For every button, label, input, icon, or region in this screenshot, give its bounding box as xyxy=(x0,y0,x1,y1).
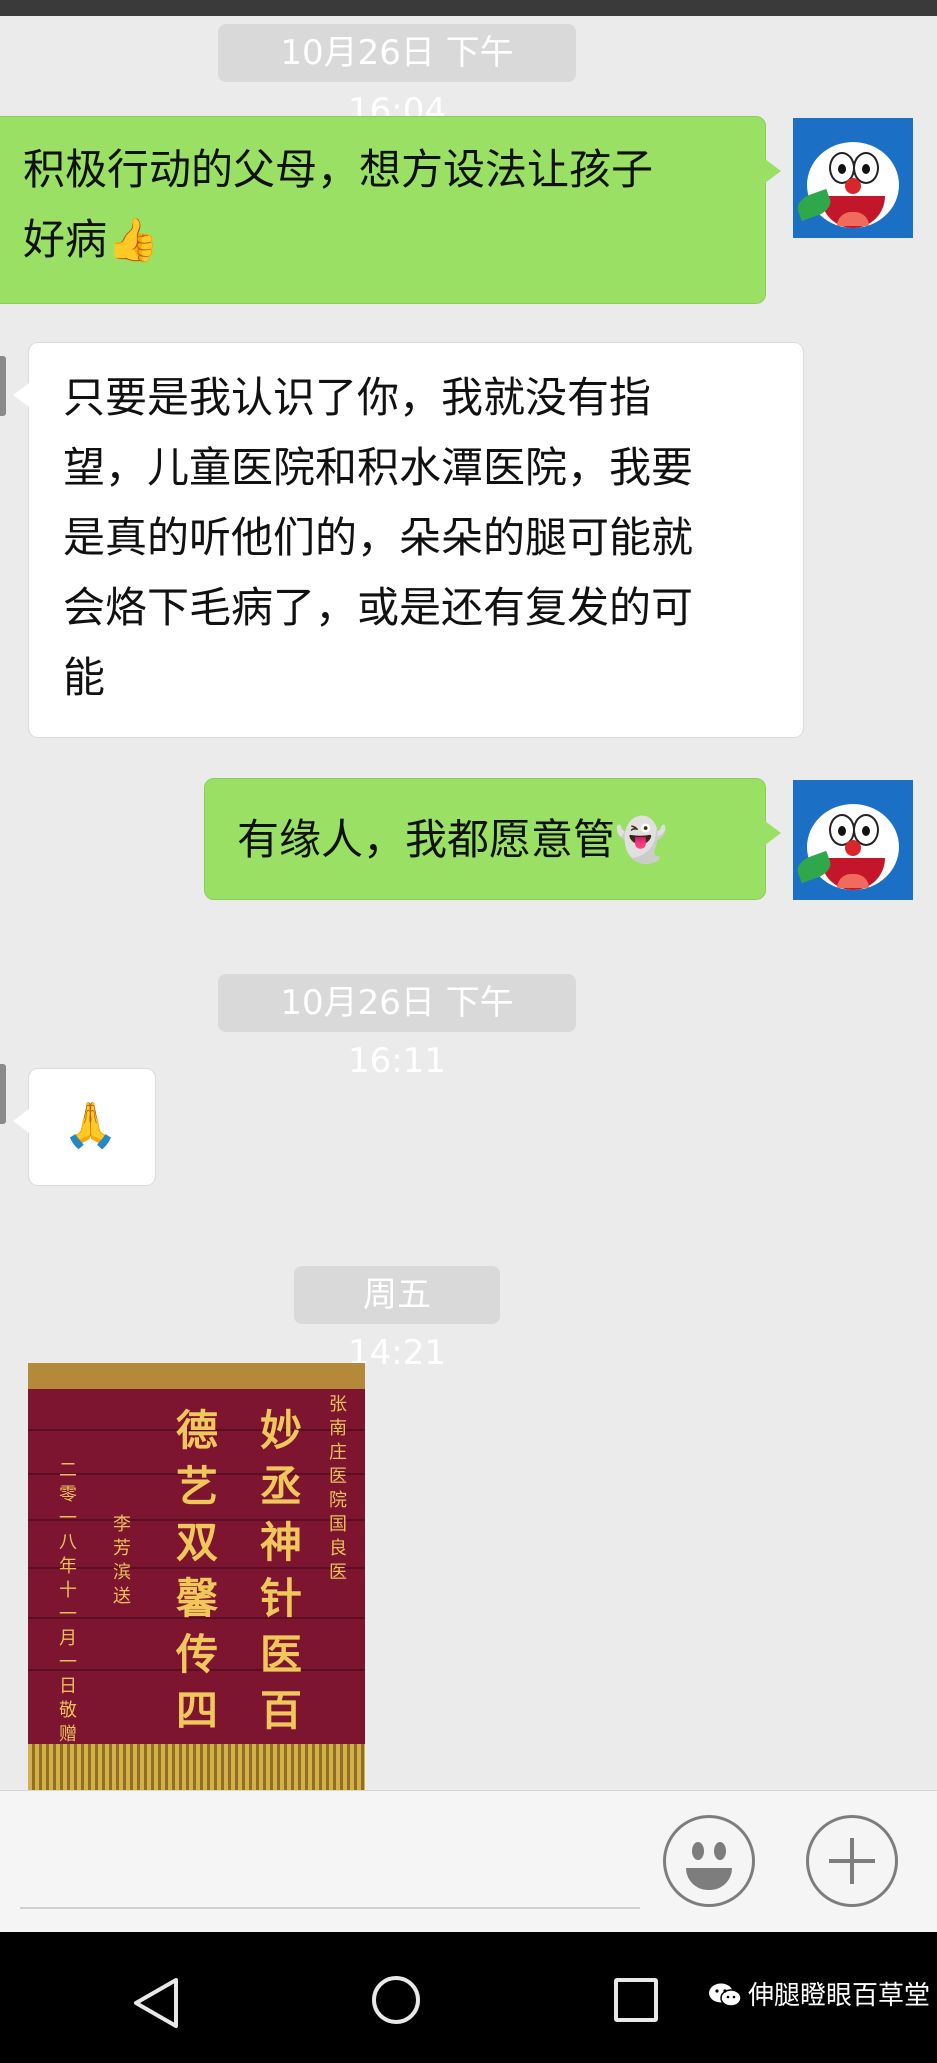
message-text: 只要是我认识了你，我就没有指 望，儿童医院和积水潭医院，我要 是真的听他们的，朵… xyxy=(63,373,694,702)
emoji-button[interactable] xyxy=(663,1815,755,1907)
more-button[interactable] xyxy=(806,1815,898,1907)
image-message-banner[interactable]: 张南庄医院国良医 妙丞神针医百病 德艺双馨传四方 李芳滨送 二零一八年十一月一日… xyxy=(28,1363,365,1790)
contact-avatar-edge[interactable] xyxy=(0,1064,6,1124)
banner-sender: 李芳滨送 xyxy=(113,1514,131,1607)
watermark-text: 伸腿瞪眼百草堂 xyxy=(748,1981,931,2011)
banner-rod xyxy=(28,1363,365,1389)
message-bubble-incoming[interactable]: 🙏 xyxy=(13,1068,156,1186)
plus-vertical xyxy=(850,1838,854,1884)
wechat-icon xyxy=(709,1983,742,2007)
message-input[interactable] xyxy=(20,1907,640,1909)
message-text: 🙏 xyxy=(63,1100,118,1151)
banner-dedication: 张南庄医院国良医 xyxy=(329,1394,347,1583)
watermark: 伸腿瞪眼百草堂 xyxy=(708,1978,930,2014)
input-bar xyxy=(0,1790,937,1933)
status-bar xyxy=(0,0,937,16)
banner-column-right: 妙丞神针医百病 xyxy=(259,1406,302,1790)
chat-area[interactable]: 10月26日 下午16:04 积极行动的父母，想方设法让孩子 好病👍 只要是我认… xyxy=(0,16,937,1790)
home-icon[interactable] xyxy=(372,1976,420,2024)
recent-apps-icon[interactable] xyxy=(614,1978,658,2022)
avatar-nose xyxy=(845,178,861,194)
message-bubble-incoming[interactable]: 只要是我认识了你，我就没有指 望，儿童医院和积水潭医院，我要 是真的听他们的，朵… xyxy=(13,342,804,738)
avatar-nose xyxy=(845,840,861,856)
message-text: 有缘人，我都愿意管👻 xyxy=(237,815,668,864)
smiley-eye xyxy=(714,1842,726,1860)
user-avatar[interactable] xyxy=(793,780,913,900)
banner-date: 二零一八年十一月一日敬赠 xyxy=(59,1460,77,1745)
contact-avatar-edge[interactable] xyxy=(0,356,6,416)
smiley-mouth xyxy=(686,1868,732,1890)
message-bubble-outgoing[interactable]: 有缘人，我都愿意管👻 xyxy=(204,778,781,900)
timestamp: 周五 14:21 xyxy=(294,1266,500,1373)
banner-column-left: 德艺双馨传四方 xyxy=(175,1406,218,1790)
timestamp: 10月26日 下午16:04 xyxy=(218,24,576,131)
smiley-eye xyxy=(692,1842,704,1860)
back-icon[interactable] xyxy=(132,1976,180,2030)
timestamp: 10月26日 下午16:11 xyxy=(218,974,576,1081)
navigation-bar: 伸腿瞪眼百草堂 xyxy=(0,1932,937,2063)
banner-fringe xyxy=(28,1744,365,1790)
message-bubble-outgoing[interactable]: 积极行动的父母，想方设法让孩子 好病👍 xyxy=(0,116,781,304)
message-text: 积极行动的父母，想方设法让孩子 好病👍 xyxy=(23,145,654,264)
user-avatar[interactable] xyxy=(793,118,913,238)
